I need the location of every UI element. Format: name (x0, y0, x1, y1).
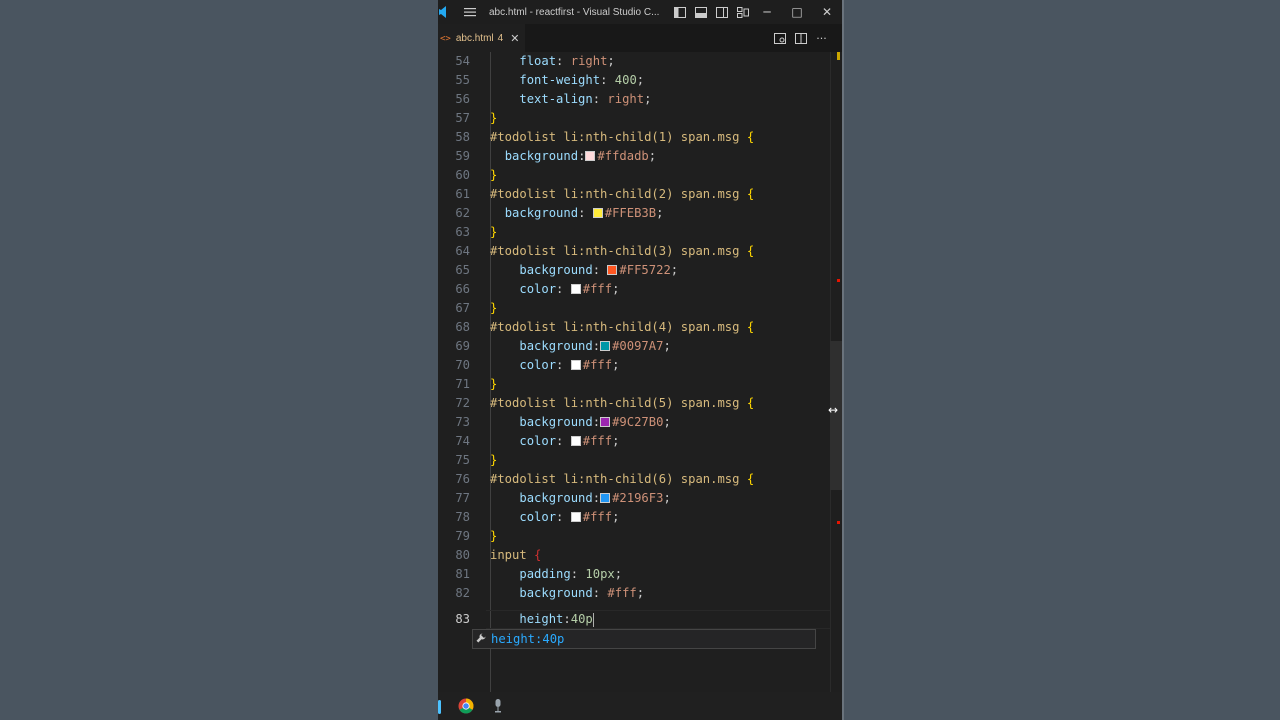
code-line: 63} (455, 225, 498, 239)
code-line: 55 font-weight: 400; (455, 73, 645, 87)
color-swatch[interactable] (570, 283, 581, 294)
minimize-button[interactable]: ─ (752, 0, 782, 24)
code-line: 77 background: #2196F3; (455, 491, 671, 505)
toggle-secondary-sidebar-icon[interactable] (715, 6, 728, 18)
tab-abc-html[interactable]: <> abc.html 4 ✕ (438, 23, 526, 53)
vscode-logo-icon[interactable] (438, 5, 448, 19)
maximize-button[interactable]: □ (782, 0, 812, 24)
code-line: 74 color: #fff; (455, 434, 620, 448)
color-swatch[interactable] (607, 264, 618, 275)
code-line: 66 color: #fff; (455, 282, 620, 296)
title-bar: abc.html - reactfirst - Visual Studio C.… (438, 0, 842, 24)
code-line: 75} (455, 453, 498, 467)
code-line: 78 color: #fff; (455, 510, 620, 524)
toggle-panel-icon[interactable] (694, 6, 707, 18)
overview-ruler-warning (837, 52, 840, 60)
color-swatch[interactable] (600, 492, 611, 503)
close-tab-icon[interactable]: ✕ (510, 32, 519, 45)
color-swatch[interactable] (570, 511, 581, 522)
code-editor[interactable]: 54 float: right; 55 font-weight: 400; 56… (438, 52, 842, 692)
open-preview-icon[interactable] (773, 32, 786, 45)
layout-controls (673, 6, 749, 18)
html-file-icon: <> (440, 33, 451, 44)
color-swatch[interactable] (570, 359, 581, 370)
code-line: 70 color: #fff; (455, 358, 620, 372)
window-edge (842, 0, 844, 720)
code-line: 69 background: #0097A7; (455, 339, 671, 353)
window-title: abc.html - reactfirst - Visual Studio C.… (489, 6, 660, 18)
overview-ruler-error (837, 521, 840, 524)
overview-ruler-error (837, 279, 840, 282)
color-swatch[interactable] (585, 150, 596, 161)
code-line-active: 83 height:40p (455, 612, 594, 627)
code-line: 62 background: #FFEB3B; (455, 206, 664, 220)
code-line: 82 background: #fff; (455, 586, 645, 600)
chrome-icon[interactable] (452, 692, 480, 720)
taskbar (438, 692, 842, 720)
suggestion-label: height:40p (491, 632, 565, 646)
vscode-window: abc.html - reactfirst - Visual Studio C.… (438, 0, 842, 720)
code-line: 67} (455, 301, 498, 315)
toggle-primary-sidebar-icon[interactable] (673, 6, 686, 18)
editor-actions: ··· (773, 32, 828, 45)
color-swatch[interactable] (600, 340, 611, 351)
code-line: 56 text-align: right; (455, 92, 652, 106)
resize-cursor-icon: ↔ (828, 403, 839, 417)
code-line: 81 padding: 10px; (455, 567, 623, 581)
problems-count-badge: 4 (497, 33, 504, 44)
code-line: 61 #todolist li:nth-child(2) span.msg { (455, 187, 755, 201)
window-controls: ─ □ ✕ (752, 0, 842, 24)
code-line: 73 background: #9C27B0; (455, 415, 671, 429)
more-actions-icon[interactable]: ··· (815, 32, 828, 45)
code-line: 72 #todolist li:nth-child(5) span.msg { (455, 396, 755, 410)
code-line: 71} (455, 377, 498, 391)
editor-tab-bar: <> abc.html 4 ✕ ··· (438, 23, 842, 53)
code-line: 79} (455, 529, 498, 543)
color-swatch[interactable] (570, 435, 581, 446)
color-swatch[interactable] (600, 416, 611, 427)
code-line: 59 background: #ffdadb; (455, 149, 657, 163)
active-app-indicator (438, 700, 441, 714)
tab-filename: abc.html (455, 33, 494, 44)
code-line: 65 background: #FF5722; (455, 263, 679, 277)
microphone-app-icon[interactable] (484, 692, 512, 720)
menu-hamburger-icon[interactable] (462, 7, 478, 17)
code-line: 60} (455, 168, 498, 182)
close-window-button[interactable]: ✕ (812, 0, 842, 24)
autocomplete-suggestion[interactable]: height:40p (472, 629, 816, 649)
code-line: 68 #todolist li:nth-child(4) span.msg { (455, 320, 755, 334)
customize-layout-icon[interactable] (736, 6, 749, 18)
code-line: 76 #todolist li:nth-child(6) span.msg { (455, 472, 755, 486)
split-editor-icon[interactable] (794, 32, 807, 45)
code-line: 54 float: right; (455, 54, 615, 68)
code-line: 58 #todolist li:nth-child(1) span.msg { (455, 130, 755, 144)
color-swatch[interactable] (592, 207, 603, 218)
code-line: 80 input { (455, 548, 542, 562)
text-cursor (592, 612, 594, 627)
wrench-icon (476, 633, 488, 646)
code-line: 64 #todolist li:nth-child(3) span.msg { (455, 244, 755, 258)
code-line: 57} (455, 111, 498, 125)
